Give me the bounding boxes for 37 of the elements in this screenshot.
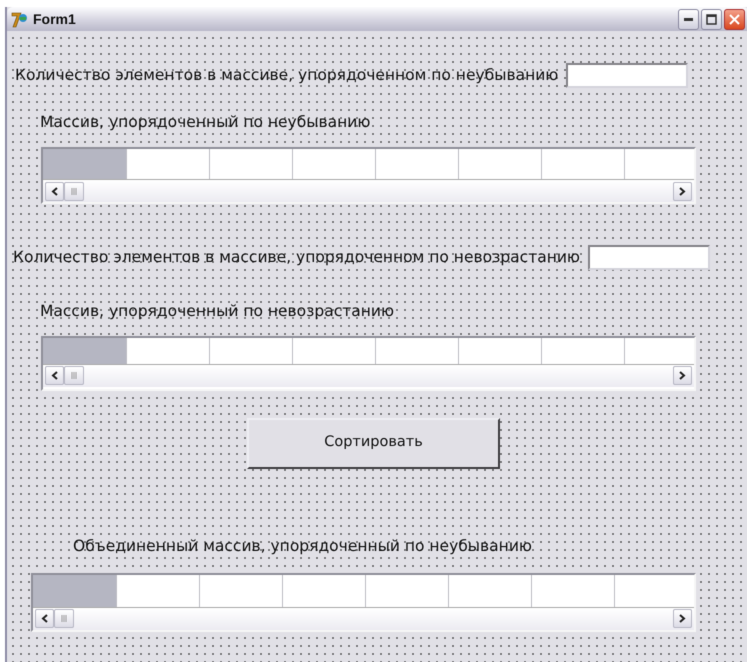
sort-button[interactable]: Сортировать xyxy=(247,418,500,468)
scroll-left-button[interactable] xyxy=(35,609,54,628)
field-label: Количество элементов в массиве, упорядоченном по невозрастанию xyxy=(13,247,580,268)
chevron-right-icon xyxy=(679,186,686,196)
field-label: Количество элементов в массиве, упорядоченном по неубыванию xyxy=(15,64,558,86)
scroll-right-button[interactable] xyxy=(673,609,692,628)
grid-caption: Объединенный массив, упорядоченный по неубыванию xyxy=(73,536,532,556)
scroll-right-button[interactable] xyxy=(673,366,692,385)
scroll-right-button[interactable] xyxy=(673,182,692,201)
count-field[interactable] xyxy=(588,245,710,270)
chevron-left-icon xyxy=(51,371,58,380)
chevron-right-icon xyxy=(679,371,686,380)
maximize-icon xyxy=(706,14,717,24)
scrollbar[interactable] xyxy=(43,180,694,202)
grid-caption: Массив, упорядоченный по невозрастанию xyxy=(40,301,394,322)
grip-icon xyxy=(60,615,68,622)
count-field[interactable] xyxy=(566,63,688,88)
minimize-icon xyxy=(684,18,693,20)
chevron-left-icon xyxy=(41,614,48,624)
close-icon xyxy=(729,14,740,24)
chevron-left-icon xyxy=(51,186,58,196)
scroll-thumb[interactable] xyxy=(64,182,84,201)
minimize-button[interactable] xyxy=(678,8,699,30)
grip-icon xyxy=(70,372,78,379)
maximize-button[interactable] xyxy=(701,8,722,30)
grip-icon xyxy=(70,188,78,195)
close-button[interactable] xyxy=(724,8,745,30)
grid-caption: Массив, упорядоченный по неубыванию xyxy=(40,112,370,133)
scrollbar[interactable] xyxy=(43,364,694,386)
app-icon xyxy=(11,10,29,28)
scroll-thumb[interactable] xyxy=(54,609,74,628)
window-title: Form1 xyxy=(33,10,76,28)
chevron-right-icon xyxy=(679,614,686,624)
scroll-left-button[interactable] xyxy=(45,366,64,385)
scrollbar[interactable] xyxy=(33,608,694,630)
scroll-left-button[interactable] xyxy=(45,182,64,201)
scroll-thumb[interactable] xyxy=(64,366,84,385)
